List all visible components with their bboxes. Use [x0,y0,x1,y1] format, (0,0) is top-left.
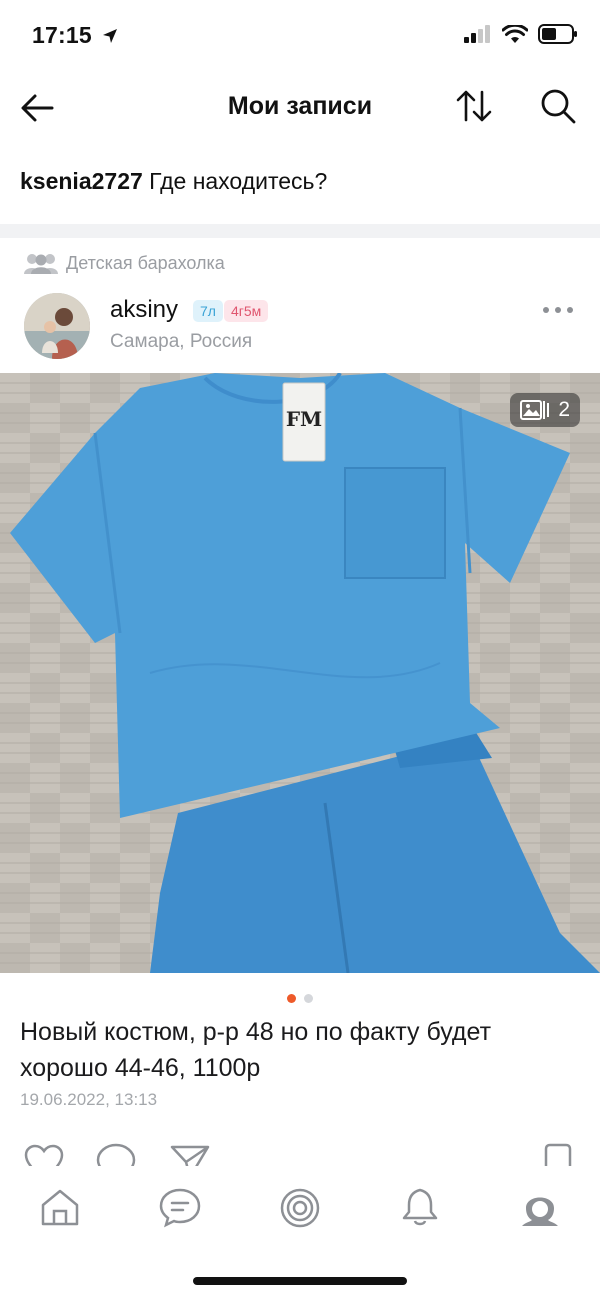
home-indicator[interactable] [193,1277,407,1285]
tab-bar [0,1166,600,1258]
tag-label: FM [286,407,322,431]
carousel-dots[interactable] [0,994,600,1003]
sort-icon [456,90,492,122]
gallery-icon [520,400,550,420]
signal-icon [464,25,490,43]
tab-notifications[interactable] [398,1186,442,1230]
nav-header: Мои записи [0,72,600,144]
query-user[interactable]: ksenia2727 [20,168,143,194]
status-bar: 17:15 [0,0,600,72]
chat-icon [159,1188,201,1228]
status-time: 17:15 [32,22,118,50]
photo-count-badge: 2 [510,393,580,427]
community-label[interactable]: Детская барахолка [24,252,225,274]
author-location: Самара, Россия [110,331,253,352]
section-divider [0,224,600,238]
post-photo[interactable]: FM 2 [0,373,600,973]
community-name: Детская барахолка [66,252,225,273]
page-title: Мои записи [227,92,373,120]
post-date: 19.06.2022, 13:13 [20,1090,158,1109]
carousel-dot[interactable] [304,994,313,1003]
tab-feed[interactable] [278,1186,322,1230]
comment-icon[interactable] [96,1143,136,1166]
post-text: Новый костюм, р-р 48 но по факту будет х… [20,1018,492,1082]
more-icon [543,307,573,313]
carousel-dot-active[interactable] [287,994,296,1003]
wifi-icon [502,24,528,43]
photo-count: 2 [558,398,570,421]
community-icon [24,254,58,274]
more-button[interactable] [540,298,576,322]
child-age-badge: 7л [193,300,223,322]
query-text: Где находитесь? [149,168,328,194]
tab-chats[interactable] [158,1186,202,1230]
location-arrow-icon [102,23,118,50]
search-icon [541,89,576,124]
battery-icon [538,24,577,44]
like-icon[interactable] [24,1144,64,1166]
bell-icon [402,1188,438,1226]
post-actions [0,1140,600,1166]
avatar[interactable] [24,293,90,359]
tab-home[interactable] [38,1186,82,1230]
tab-profile[interactable] [518,1186,562,1230]
profile-icon [522,1197,558,1226]
home-icon [41,1189,79,1226]
clock-text: 17:15 [32,22,92,48]
avatar-photo [24,293,90,359]
search-query-line[interactable]: ksenia2727 Где находитесь? [20,168,327,195]
bookmark-icon[interactable] [542,1143,574,1166]
photo-image: FM [0,373,600,973]
target-icon [280,1188,320,1228]
share-icon[interactable] [170,1144,210,1166]
sort-button[interactable] [454,86,494,126]
author-name[interactable]: aksiny [110,296,178,324]
search-button[interactable] [538,86,578,126]
status-indicators [464,24,578,44]
child-age-badge-2: 4г5м [224,300,269,322]
